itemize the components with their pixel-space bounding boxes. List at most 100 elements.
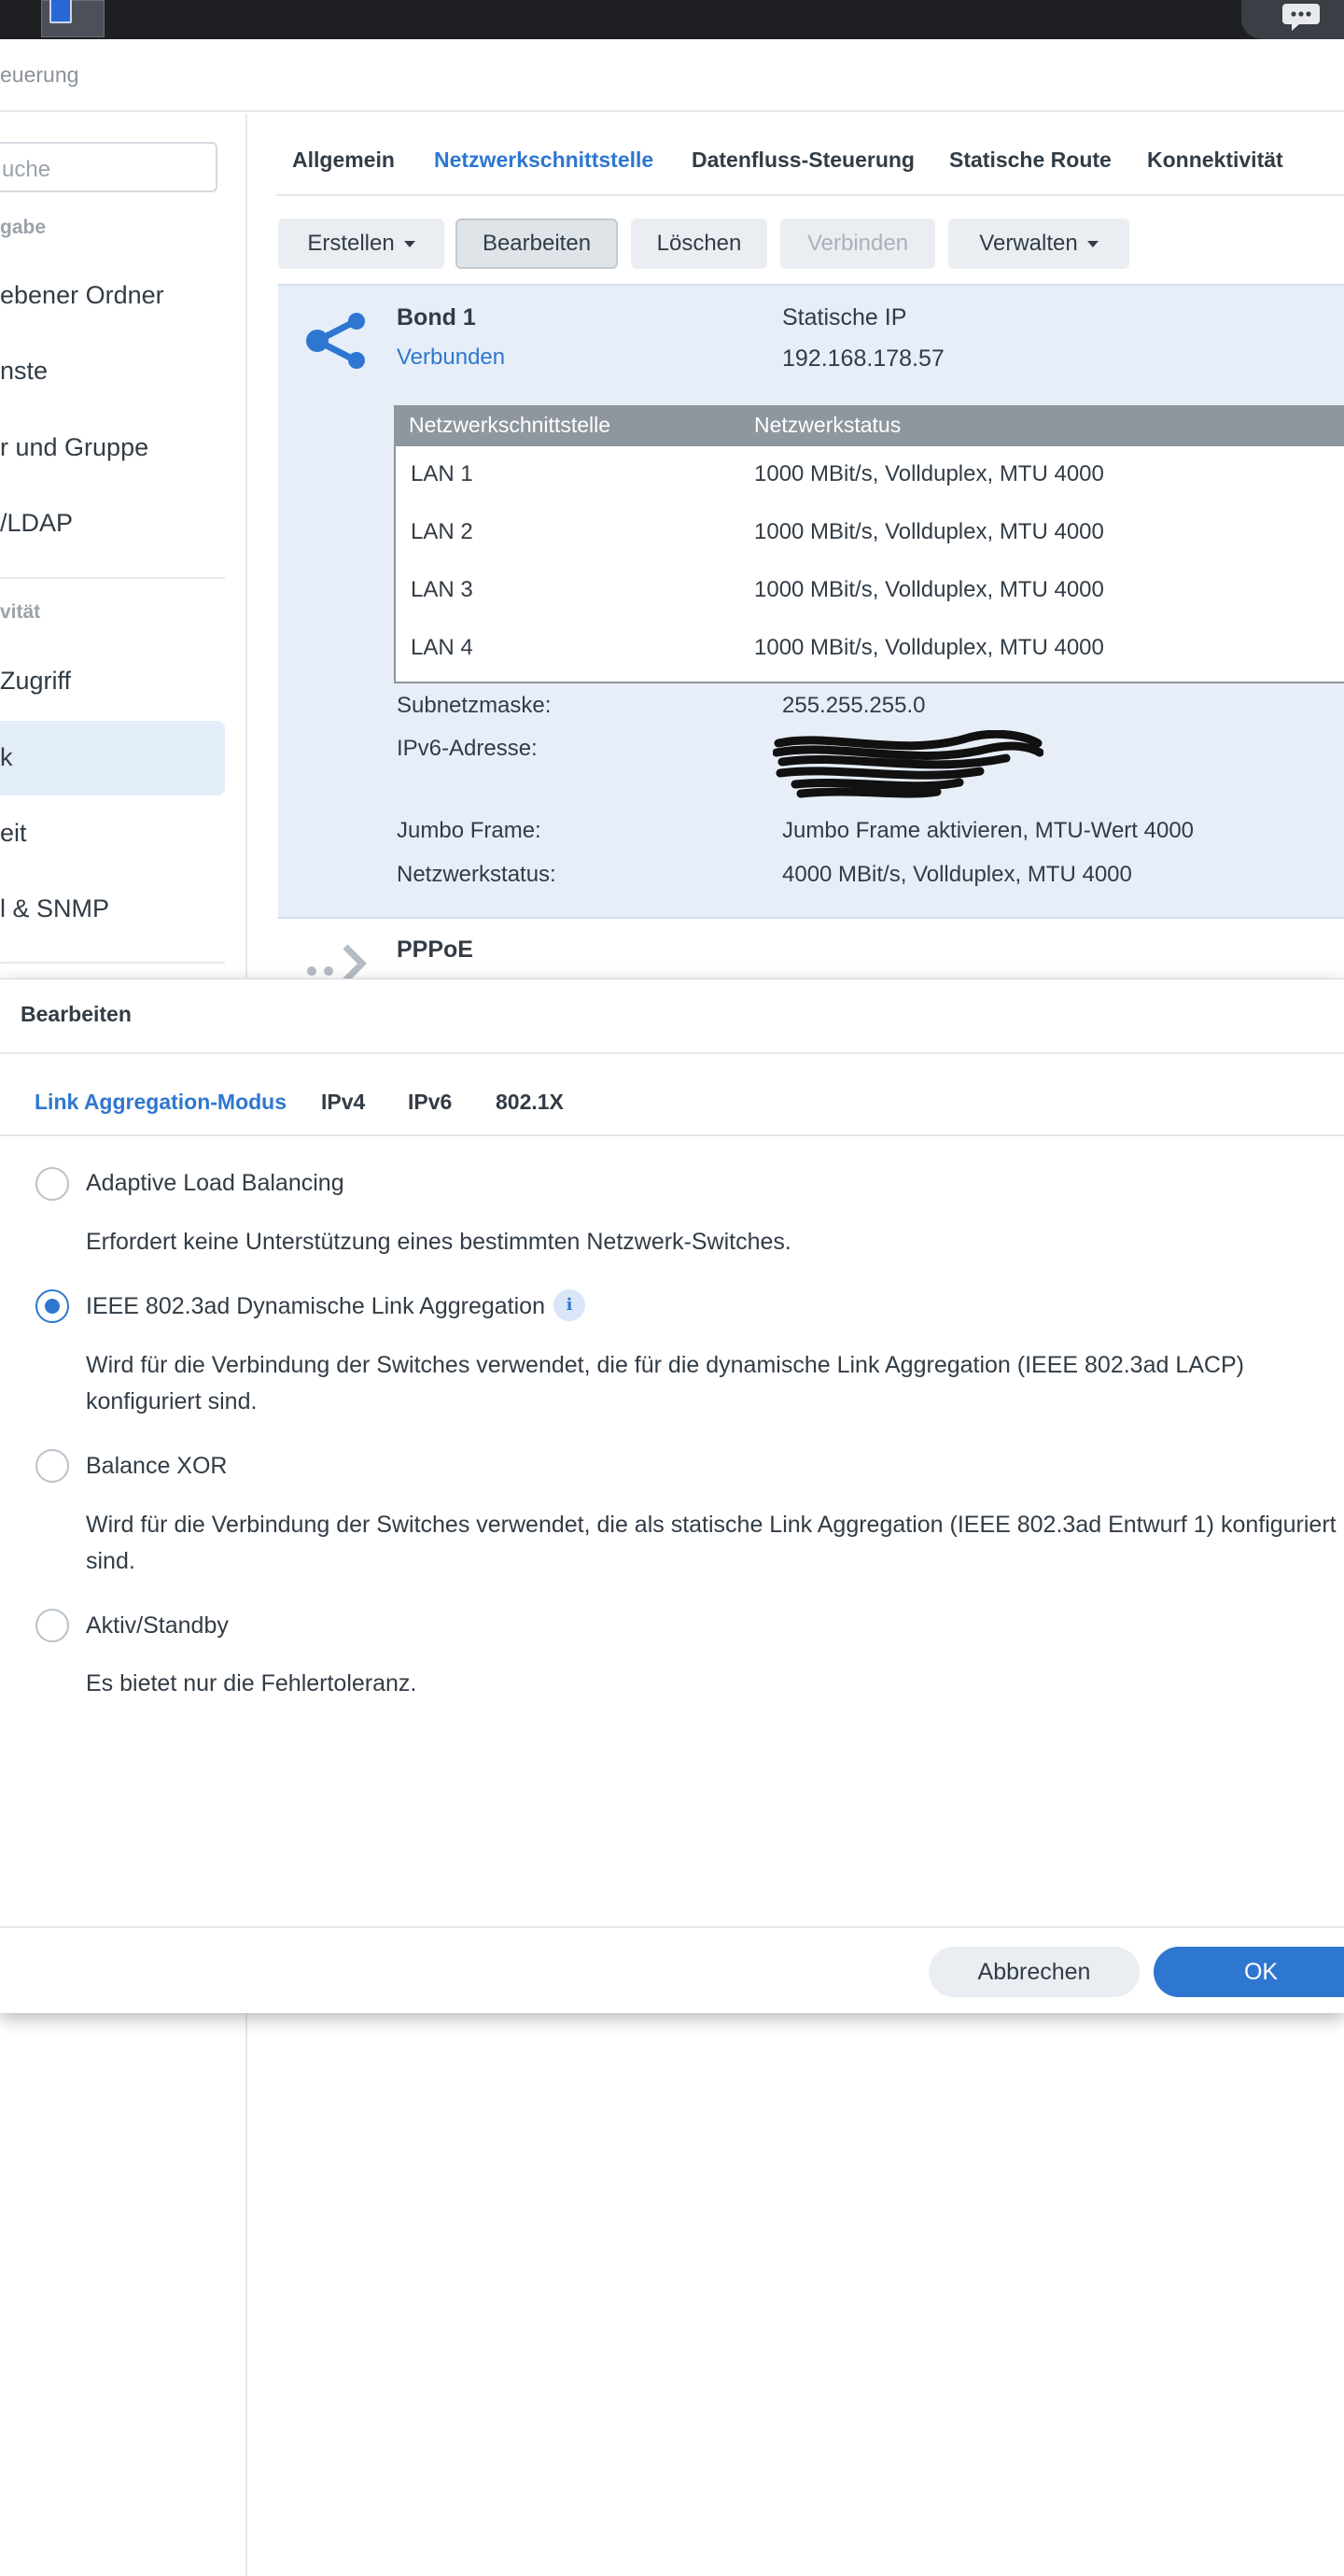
table-row[interactable]: LAN 4 1000 MBit/s, Vollduplex, MTU 4000 [396,620,1344,678]
main-tabs: Allgemein Netzwerkschnittstelle Datenflu… [276,114,1344,196]
sidebar-group-label: gabe [0,217,47,238]
option-label: Adaptive Load Balancing [86,1170,344,1196]
sidebar-divider [0,577,225,579]
option-label: IEEE 802.3ad Dynamische Link Aggregation [86,1293,545,1319]
delete-label: Löschen [656,231,742,256]
subnet-value: 255.255.255.0 [782,693,926,718]
radio-adaptive-load-balancing[interactable] [35,1167,69,1201]
tab-general[interactable]: Allgemein [292,148,395,173]
tab-static-route[interactable]: Statische Route [949,148,1112,173]
bond-interface-panel[interactable]: Bond 1 Verbunden Statische IP 192.168.17… [278,284,1344,919]
tab-traffic-control[interactable]: Datenfluss-Steuerung [692,148,915,173]
sidebar-item-label: l & SNMP [0,894,110,922]
table-row[interactable]: LAN 1 1000 MBit/s, Vollduplex, MTU 4000 [396,446,1344,504]
sidebar-item-label: eit [0,819,27,847]
sidebar-item-network[interactable]: k [0,721,225,795]
ok-button[interactable]: OK [1154,1947,1344,1997]
sidebar-item-access[interactable]: Zugriff [0,644,225,719]
cell-status: 1000 MBit/s, Vollduplex, MTU 4000 [754,461,1104,486]
cancel-button[interactable]: Abbrechen [929,1947,1140,1997]
delete-button[interactable]: Löschen [631,218,767,269]
tab-8021x[interactable]: 802.1X [496,1090,564,1115]
sidebar-item-label: /LDAP [0,509,74,537]
option-description: Erfordert keine Unterstützung eines best… [86,1229,791,1255]
tab-ipv4[interactable]: IPv4 [321,1090,365,1115]
network-status-value: 4000 MBit/s, Vollduplex, MTU 4000 [782,862,1132,887]
member-interface-table: Netzwerkschnittstelle Netzwerkstatus LAN… [394,405,1344,683]
taskbar [0,0,1344,39]
toolbar: Erstellen Bearbeiten Löschen Verbinden V… [278,218,1342,269]
search-placeholder: uche [2,157,51,182]
create-label: Erstellen [307,231,395,256]
cell-interface: LAN 3 [411,577,473,602]
bond-name: Bond 1 [397,304,476,331]
tab-ipv6[interactable]: IPv6 [408,1090,452,1115]
column-header-status: Netzwerkstatus [754,413,902,437]
option-description: Es bietet nur die Fehlertoleranz. [86,1670,417,1696]
table-row[interactable]: LAN 3 1000 MBit/s, Vollduplex, MTU 4000 [396,562,1344,620]
sidebar-item-label: r und Gruppe [0,433,149,461]
cell-status: 1000 MBit/s, Vollduplex, MTU 4000 [754,577,1104,602]
dialog-title: Bearbeiten [21,1002,132,1026]
cell-status: 1000 MBit/s, Vollduplex, MTU 4000 [754,519,1104,544]
cell-interface: LAN 1 [411,461,473,486]
radio-balance-xor[interactable] [35,1449,69,1483]
edit-dialog: Bearbeiten Link Aggregation-Modus IPv4 I… [0,978,1344,2013]
subnet-label: Subnetzmaske: [397,693,552,718]
sidebar-item-ldap[interactable]: /LDAP [0,486,225,561]
sidebar-group-label: vität [0,601,41,623]
column-header-interface: Netzwerkschnittstelle [409,413,611,437]
bond-ip-type: Statische IP [782,304,907,331]
radio-active-standby[interactable] [35,1609,69,1642]
bond-ip-address: 192.168.178.57 [782,345,945,372]
sidebar-item-security[interactable]: eit [0,796,225,871]
share-icon [306,313,365,369]
sidebar-item-services[interactable]: nste [0,334,225,409]
tab-connectivity[interactable]: Konnektivität [1147,148,1283,173]
create-button[interactable]: Erstellen [278,218,444,269]
bond-status: Verbunden [397,345,506,370]
cell-interface: LAN 2 [411,519,473,544]
redacted-ipv6-scribble [773,730,1043,798]
chat-icon [1282,4,1320,31]
tab-link-aggregation-mode[interactable]: Link Aggregation-Modus [35,1090,287,1115]
sidebar-item-label: nste [0,357,49,385]
sidebar-item-user-group[interactable]: r und Gruppe [0,411,225,486]
table-header: Netzwerkschnittstelle Netzwerkstatus [396,407,1344,446]
dialog-tabs-divider [0,1134,1344,1136]
tab-network-interface[interactable]: Netzwerkschnittstelle [434,148,653,173]
radio-ieee-8023ad[interactable] [35,1289,69,1323]
option-description: Wird für die Verbindung der Switches ver… [86,1352,1244,1415]
dialog-footer-divider [0,1926,1344,1928]
ipv6-label: IPv6-Adresse: [397,736,538,761]
chevron-down-icon [403,240,415,247]
dialog-divider [0,1052,1344,1054]
connect-button[interactable]: Verbinden [780,218,935,269]
table-row[interactable]: LAN 2 1000 MBit/s, Vollduplex, MTU 4000 [396,504,1344,562]
edit-label: Bearbeiten [482,231,592,256]
pppoe-name: PPPoE [397,936,473,963]
search-input[interactable]: uche [0,142,217,192]
option-label: Balance XOR [86,1453,228,1479]
sidebar-divider [0,962,225,964]
window-title: euerung [0,63,79,87]
pppoe-icon [307,944,367,978]
sidebar-item-snmp[interactable]: l & SNMP [0,872,225,947]
sidebar-item-label: ebener Ordner [0,281,164,309]
cell-interface: LAN 4 [411,635,473,660]
sidebar-item-label: k [0,743,13,771]
option-label: Aktiv/Standby [86,1612,229,1639]
sidebar-item-shared-folder[interactable]: ebener Ordner [0,259,225,333]
edit-button[interactable]: Bearbeiten [455,218,618,269]
manage-label: Verwalten [979,231,1078,256]
chevron-down-icon [1086,240,1099,247]
chat-button[interactable] [1241,0,1344,39]
app-thumbnail[interactable] [41,0,105,37]
cell-status: 1000 MBit/s, Vollduplex, MTU 4000 [754,635,1104,660]
jumbo-label: Jumbo Frame: [397,818,541,843]
jumbo-value: Jumbo Frame aktivieren, MTU-Wert 4000 [782,818,1195,843]
option-description: Wird für die Verbindung der Switches ver… [86,1512,1337,1574]
info-icon[interactable]: i [553,1289,585,1321]
window-header: euerung [0,39,1344,112]
manage-button[interactable]: Verwalten [948,218,1129,269]
